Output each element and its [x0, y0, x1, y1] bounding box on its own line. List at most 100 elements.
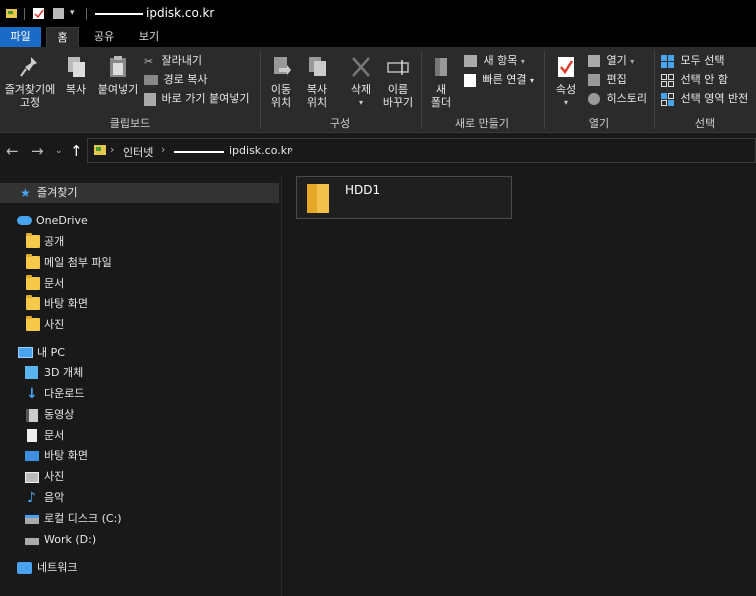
tab-home[interactable]: 홈: [46, 27, 79, 47]
new-folder-quick-icon[interactable]: [52, 7, 65, 20]
copy-to-button[interactable]: 복사 위치: [300, 55, 334, 109]
nav-item-label: 바탕 화면: [44, 297, 88, 310]
breadcrumb-separator-icon[interactable]: ›: [161, 143, 165, 156]
invert-selection-label: 선택 영역 반전: [680, 92, 749, 105]
select-all-button[interactable]: 모두 선택: [661, 52, 724, 69]
paste-shortcut-button[interactable]: 바로 가기 붙여넣기: [144, 90, 249, 107]
rename-icon: [387, 55, 409, 79]
breadcrumb-separator-icon[interactable]: ›: [289, 143, 293, 156]
open-dropdown-icon: ▾: [630, 57, 635, 66]
properties-button[interactable]: 속성 ▾: [551, 55, 581, 109]
properties-quick-icon[interactable]: [32, 7, 45, 20]
open-button[interactable]: 열기 ▾: [588, 52, 634, 69]
folder-tile-label: HDD1: [345, 183, 381, 197]
navigation-pane: ★ 즐겨찾기 OneDrive 공개 메일 첨부 파일 문서 바탕 화면 사진 …: [0, 176, 282, 596]
select-all-icon: [661, 54, 674, 68]
nav-pc-desktop[interactable]: 바탕 화면: [0, 446, 279, 466]
nav-pc-music[interactable]: ♪ 음악: [0, 488, 279, 508]
properties-label: 속성: [555, 83, 577, 96]
open-group-label: 열기: [588, 117, 610, 130]
nav-onedrive-desktop[interactable]: 바탕 화면: [0, 294, 279, 314]
paste-shortcut-icon: [144, 92, 156, 106]
computer-icon: [18, 347, 33, 358]
recent-locations-chevron-icon[interactable]: ⌄: [55, 146, 63, 156]
nav-onedrive-public[interactable]: 공개: [0, 232, 279, 252]
nav-pc-documents[interactable]: 문서: [0, 426, 279, 446]
history-button[interactable]: 히스토리: [588, 90, 647, 107]
desktop-icon: [25, 451, 39, 461]
app-icon: [5, 7, 18, 20]
delete-dropdown-icon[interactable]: ▾: [343, 96, 379, 109]
paste-icon: [107, 55, 129, 79]
paste-label: 붙여넣기: [97, 83, 139, 96]
nav-favorites[interactable]: ★ 즐겨찾기: [0, 183, 279, 203]
nav-onedrive-pictures[interactable]: 사진: [0, 315, 279, 335]
address-bar[interactable]: › 인터넷 › ipdisk.co.kr ›: [87, 138, 756, 163]
nav-pc-work-d[interactable]: Work (D:): [0, 530, 279, 550]
pin-quick-access-button[interactable]: 즐겨찾기에 고정: [2, 55, 58, 109]
paste-button[interactable]: 붙여넣기: [95, 55, 141, 96]
history-icon: [588, 93, 600, 105]
nav-item-label: 3D 개체: [44, 366, 84, 379]
customize-quick-access-icon[interactable]: ▾: [70, 8, 83, 21]
windows-drive-icon: [25, 515, 39, 524]
nav-pc-videos[interactable]: 동영상: [0, 405, 279, 425]
breadcrumb-internet[interactable]: 인터넷: [123, 144, 153, 160]
copy-to-label-2: 위치: [306, 96, 328, 109]
tab-file[interactable]: 파일: [0, 27, 41, 47]
pin-label: 즐겨찾기에 고정: [4, 83, 56, 109]
nav-pc-3d-objects[interactable]: 3D 개체: [0, 363, 279, 383]
new-item-icon: [464, 55, 477, 67]
organize-group-label: 구성: [329, 117, 351, 130]
folder-icon: [26, 316, 40, 331]
nav-pc-pictures[interactable]: 사진: [0, 467, 279, 487]
nav-item-label: 로컬 디스크 (C:): [44, 512, 122, 525]
tab-share[interactable]: 공유: [86, 27, 122, 47]
easy-access-label: 빠른 연결: [482, 73, 527, 86]
delete-button[interactable]: 삭제 ▾: [343, 55, 379, 109]
breadcrumb-separator-icon[interactable]: ›: [110, 143, 114, 156]
nav-item-label: 다운로드: [44, 387, 85, 400]
edit-button[interactable]: 편집: [588, 71, 627, 88]
copy-path-button[interactable]: 경로 복사: [144, 71, 207, 88]
folder-tile-hdd1[interactable]: HDD1: [296, 176, 512, 219]
nav-onedrive-label: OneDrive: [36, 214, 88, 227]
nav-onedrive[interactable]: OneDrive: [0, 211, 279, 231]
nav-item-label: 바탕 화면: [44, 449, 88, 462]
easy-access-button[interactable]: 빠른 연결 ▾: [464, 71, 534, 88]
nav-onedrive-documents[interactable]: 문서: [0, 274, 279, 294]
cube-3d-icon: [25, 366, 38, 379]
copy-button[interactable]: 복사: [62, 55, 90, 96]
new-folder-button[interactable]: 새 폴더: [426, 55, 456, 109]
nav-onedrive-mail-attachments[interactable]: 메일 첨부 파일: [0, 253, 279, 273]
folder-icon: [26, 233, 40, 248]
invert-selection-button[interactable]: 선택 영역 반전: [661, 90, 748, 107]
select-none-button[interactable]: 선택 안 함: [661, 71, 728, 88]
back-arrow-icon[interactable]: ←: [6, 142, 19, 160]
ribbon-tabs: 파일 홈 공유 보기: [0, 27, 756, 47]
music-note-icon: ♪: [27, 490, 36, 506]
nav-this-pc[interactable]: 내 PC: [0, 343, 279, 363]
nav-pc-local-disk-c[interactable]: 로컬 디스크 (C:): [0, 509, 279, 529]
rename-button[interactable]: 이름 바꾸기: [380, 55, 416, 109]
nav-network[interactable]: 네트워크: [0, 558, 279, 578]
cut-button[interactable]: ✂ 잘라내기: [144, 52, 202, 69]
move-to-label-1: 이동: [270, 83, 292, 96]
select-group-label: 선택: [694, 117, 716, 130]
tab-view[interactable]: 보기: [131, 27, 167, 47]
properties-dropdown-icon[interactable]: ▾: [551, 96, 581, 109]
forward-arrow-icon[interactable]: →: [31, 142, 44, 160]
nav-item-label: 동영상: [44, 408, 75, 421]
breadcrumb-host[interactable]: ipdisk.co.kr: [229, 144, 292, 157]
folder-icon: [26, 254, 40, 269]
new-item-button[interactable]: 새 항목 ▾: [464, 52, 525, 69]
easy-access-icon: [464, 73, 476, 87]
new-item-dropdown-icon: ▾: [520, 57, 525, 66]
move-to-button[interactable]: 이동 위치: [264, 55, 298, 109]
nav-pc-downloads[interactable]: ↓ 다운로드: [0, 384, 279, 404]
up-arrow-icon[interactable]: ↑: [70, 142, 83, 160]
copy-to-icon: [306, 55, 328, 79]
title-redaction: [95, 13, 143, 15]
move-to-label-2: 위치: [270, 96, 292, 109]
copy-path-icon: [144, 75, 158, 85]
